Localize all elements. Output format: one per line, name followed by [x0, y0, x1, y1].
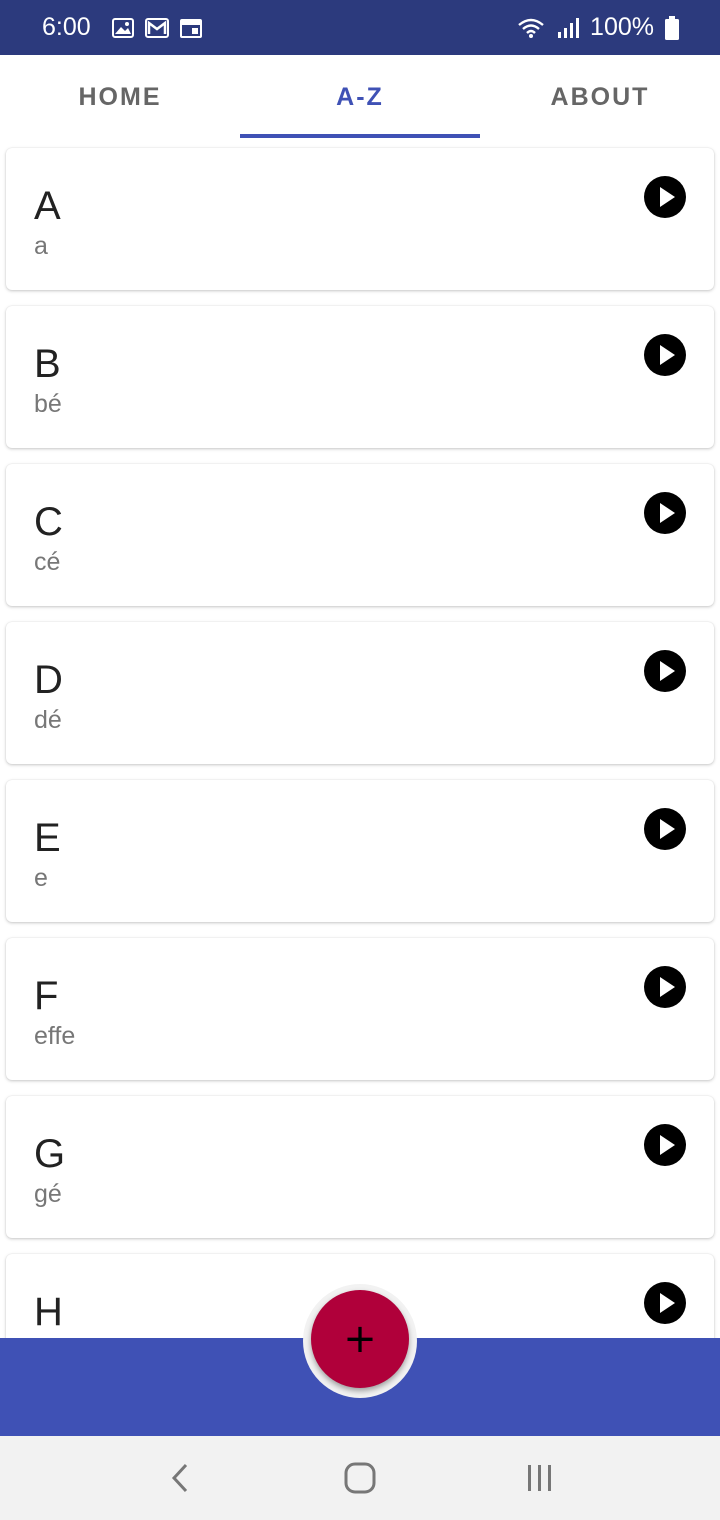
add-button[interactable]: +: [311, 1290, 409, 1388]
card-pronunciation: bé: [34, 390, 62, 418]
card-letter: D: [34, 658, 63, 702]
card-letter: H: [34, 1290, 63, 1334]
status-left: 6:00: [42, 13, 203, 42]
letter-card-d[interactable]: D dé: [6, 622, 714, 764]
play-icon[interactable]: [644, 334, 686, 376]
letter-card-b[interactable]: B bé: [6, 306, 714, 448]
signal-icon: [556, 17, 580, 39]
card-pronunciation: gé: [34, 1180, 62, 1208]
gmail-icon: [144, 17, 169, 39]
calendar-icon: [179, 17, 203, 39]
play-icon[interactable]: [644, 650, 686, 692]
card-pronunciation: a: [34, 232, 48, 260]
letter-card-g[interactable]: G gé: [6, 1096, 714, 1238]
letter-card-e[interactable]: E e: [6, 780, 714, 922]
card-letter: E: [34, 816, 61, 860]
letter-card-c[interactable]: C cé: [6, 464, 714, 606]
play-icon[interactable]: [644, 492, 686, 534]
wifi-icon: [516, 17, 546, 39]
recent-apps-icon[interactable]: [510, 1448, 570, 1508]
play-icon[interactable]: [644, 808, 686, 850]
card-letter: G: [34, 1132, 66, 1176]
play-icon[interactable]: [644, 176, 686, 218]
play-icon[interactable]: [644, 1124, 686, 1166]
tab-a-z[interactable]: A-Z: [240, 55, 480, 140]
card-pronunciation: e: [34, 864, 48, 892]
status-bar: 6:00 100%: [0, 0, 720, 55]
status-time: 6:00: [42, 13, 91, 41]
status-right: 100%: [516, 13, 680, 42]
battery-icon: [664, 15, 680, 40]
home-icon[interactable]: [330, 1448, 390, 1508]
letter-list[interactable]: A a B bé C cé D dé E e F effe G gé H: [0, 140, 720, 1338]
card-pronunciation: effe: [34, 1022, 76, 1050]
battery-percent: 100%: [590, 13, 654, 41]
card-letter: C: [34, 500, 63, 544]
card-letter: B: [34, 342, 61, 386]
tab-home[interactable]: HOME: [0, 55, 240, 140]
letter-card-a[interactable]: A a: [6, 148, 714, 290]
tab-bar: HOME A-Z ABOUT: [0, 55, 720, 140]
play-icon[interactable]: [644, 966, 686, 1008]
card-pronunciation: dé: [34, 706, 62, 734]
card-letter: A: [34, 184, 61, 228]
letter-card-f[interactable]: F effe: [6, 938, 714, 1080]
card-letter: F: [34, 974, 59, 1018]
tab-about[interactable]: ABOUT: [480, 55, 720, 140]
back-icon[interactable]: [150, 1448, 210, 1508]
system-nav-bar: [0, 1436, 720, 1520]
play-icon[interactable]: [644, 1282, 686, 1324]
plus-icon: +: [343, 1316, 377, 1362]
card-pronunciation: cé: [34, 548, 61, 576]
image-icon: [111, 17, 135, 39]
